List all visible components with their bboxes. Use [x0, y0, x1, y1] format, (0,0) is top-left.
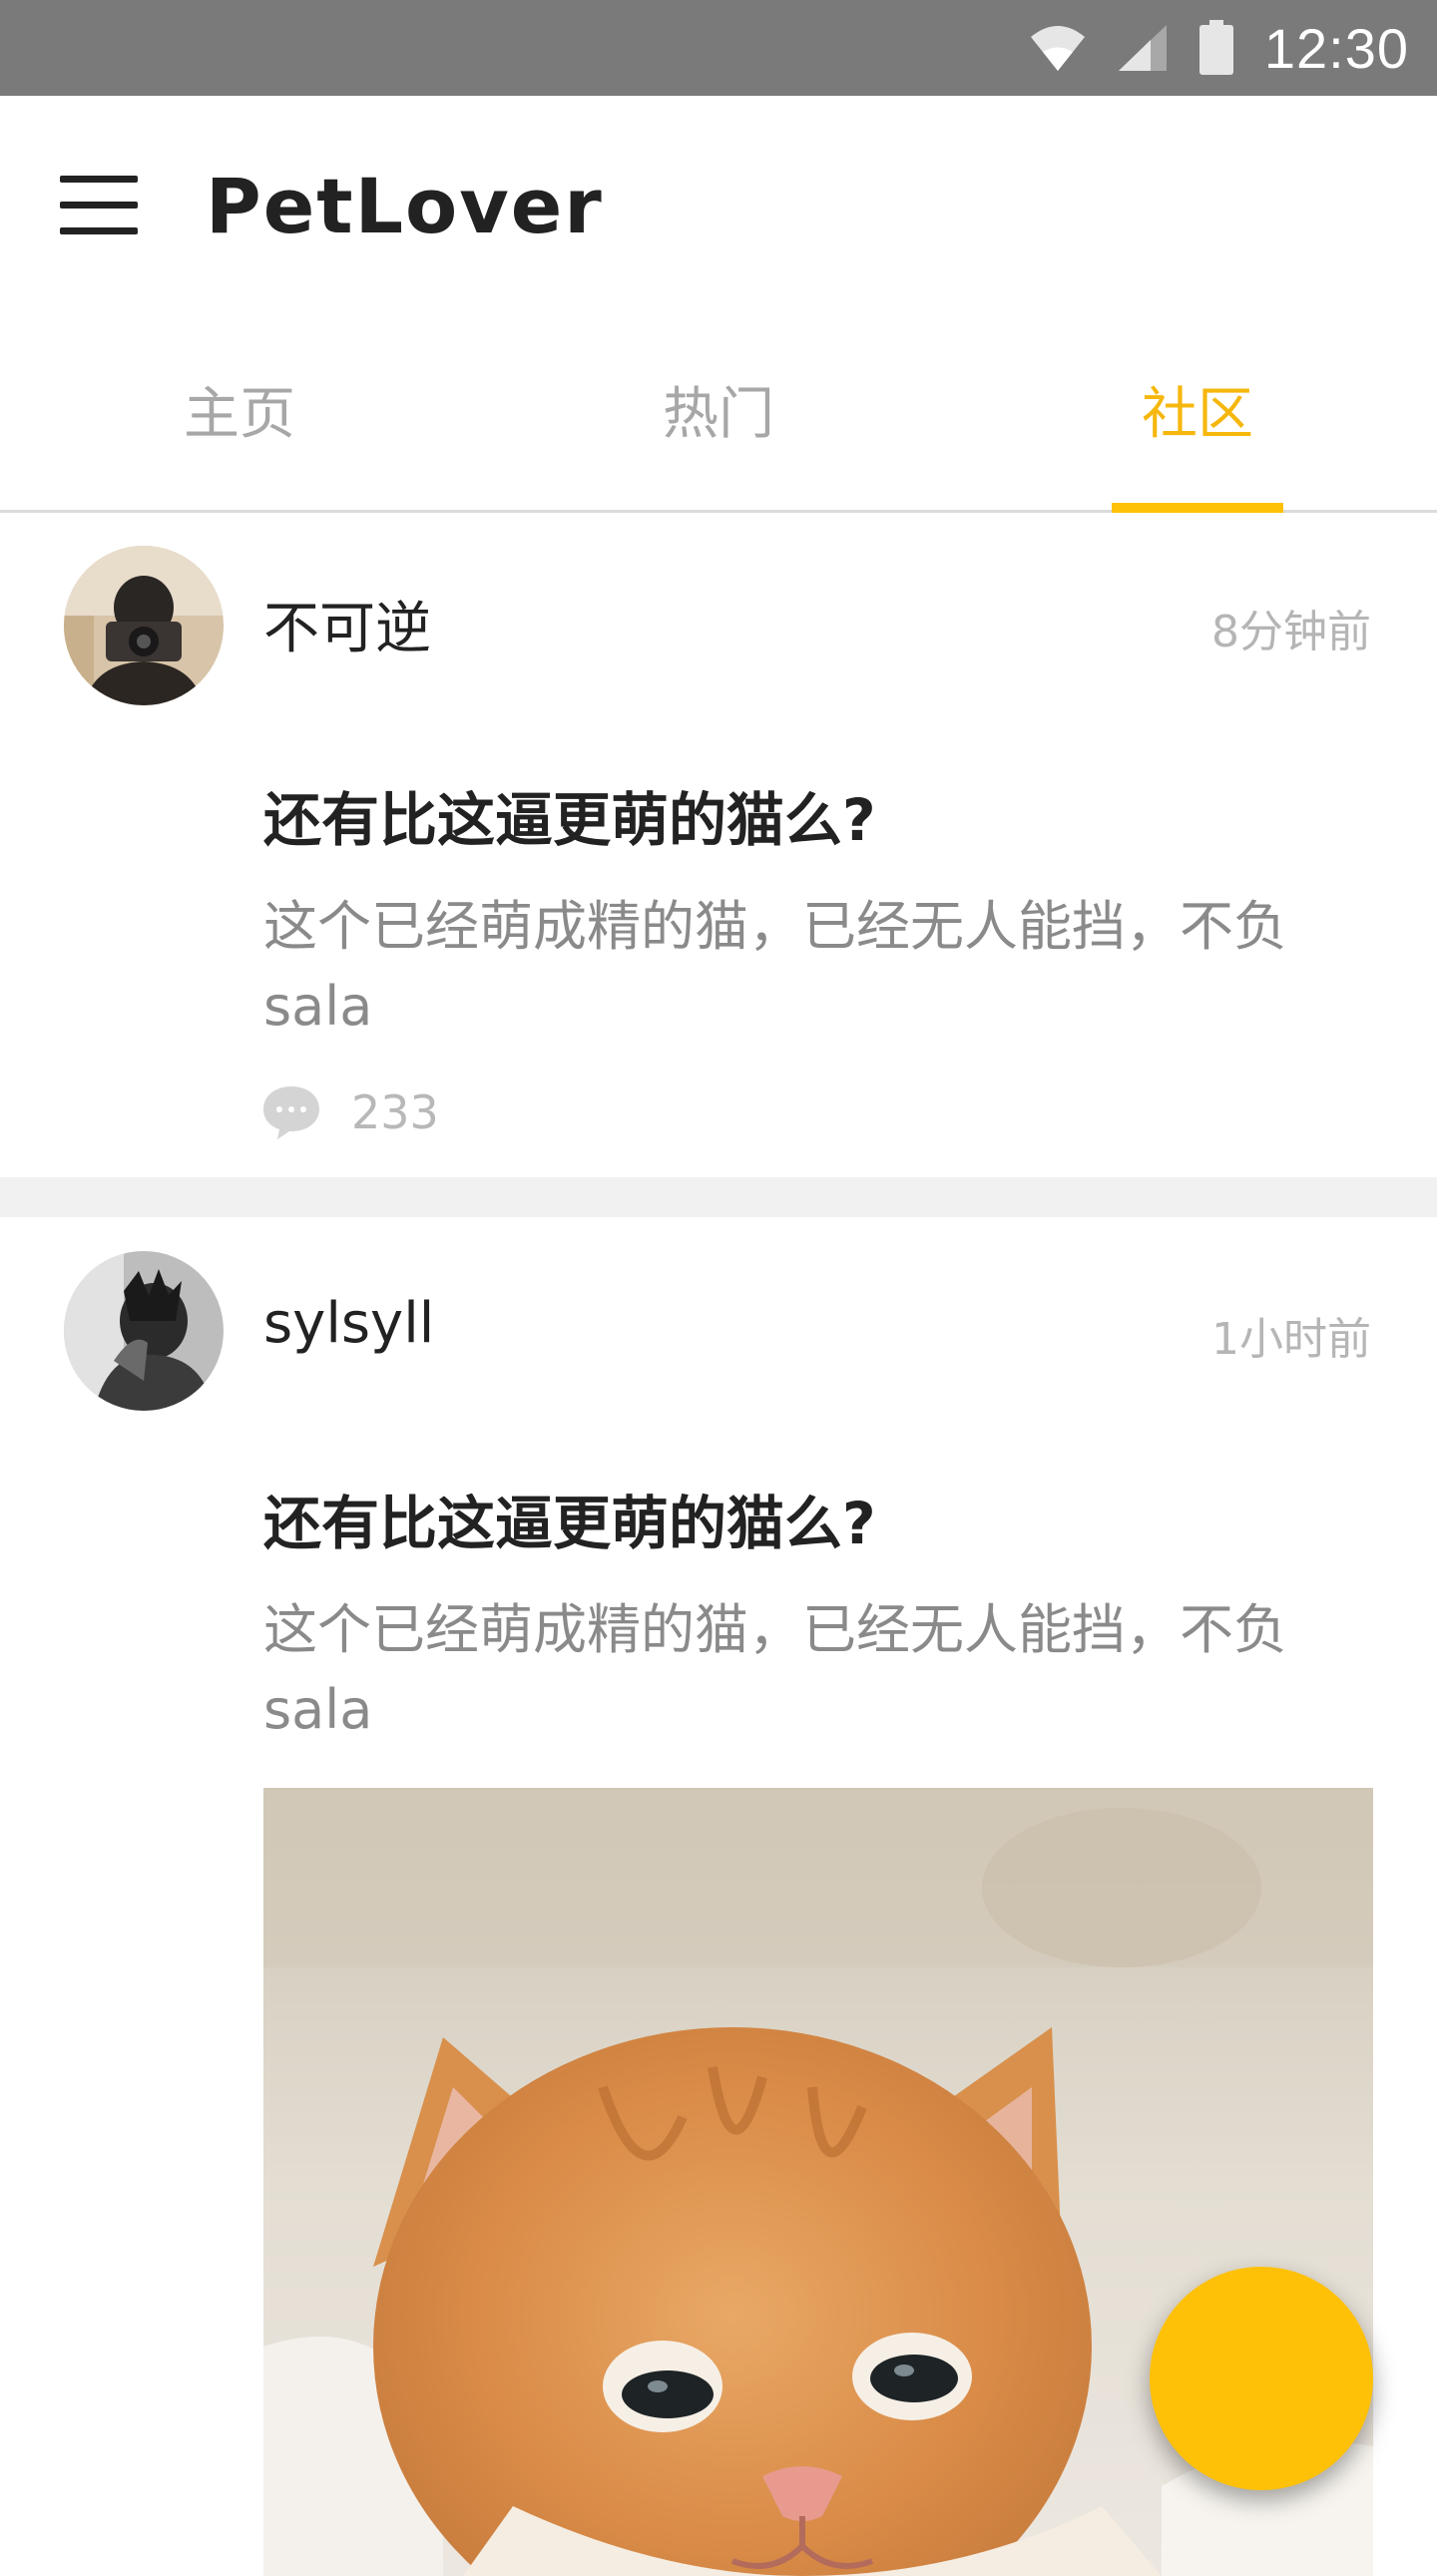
- status-time: 12:30: [1263, 16, 1409, 80]
- post-time: 8分钟前: [1211, 607, 1371, 657]
- tab-home[interactable]: 主页: [90, 369, 389, 450]
- post-author[interactable]: sylsyll: [263, 1291, 434, 1356]
- avatar-image: [64, 1251, 224, 1411]
- tab-bar: 主页 热门 社区: [0, 323, 1437, 513]
- post-title[interactable]: 还有比这逼更萌的猫么?: [263, 773, 876, 857]
- post-author[interactable]: 不可逆: [263, 584, 431, 664]
- comment-count: 233: [351, 1085, 439, 1139]
- floating-action-button[interactable]: [1150, 2267, 1373, 2490]
- menu-icon[interactable]: [60, 176, 140, 239]
- post-card[interactable]: 不可逆 8分钟前 还有比这逼更萌的猫么? 这个已经萌成精的猫，已经无人能挡，不负…: [0, 516, 1437, 1177]
- comment-icon: [263, 1086, 319, 1139]
- active-tab-indicator: [1112, 503, 1283, 513]
- post-time: 1小时前: [1211, 1314, 1371, 1365]
- tab-community[interactable]: 社区: [1048, 369, 1347, 450]
- signal-icon: [1118, 25, 1167, 71]
- wifi-icon: [1030, 26, 1085, 71]
- app-title: PetLover: [206, 162, 604, 250]
- status-icons: 12:30: [1029, 0, 1409, 96]
- post-body: 这个已经萌成精的猫，已经无人能挡，不负sala: [263, 895, 1287, 1038]
- post-title[interactable]: 还有比这逼更萌的猫么?: [263, 1477, 876, 1560]
- status-bar: 12:30: [0, 0, 1437, 96]
- comment-row[interactable]: 233: [261, 1084, 439, 1140]
- app-bar: PetLover: [0, 96, 1437, 323]
- avatar[interactable]: [64, 546, 224, 705]
- avatar-image: [64, 546, 224, 705]
- post-divider: [0, 1177, 1437, 1217]
- tab-hot[interactable]: 热门: [569, 369, 868, 450]
- avatar[interactable]: [64, 1251, 224, 1411]
- battery-icon: [1198, 20, 1233, 75]
- post-body: 这个已经萌成精的猫，已经无人能挡，不负sala: [263, 1598, 1287, 1741]
